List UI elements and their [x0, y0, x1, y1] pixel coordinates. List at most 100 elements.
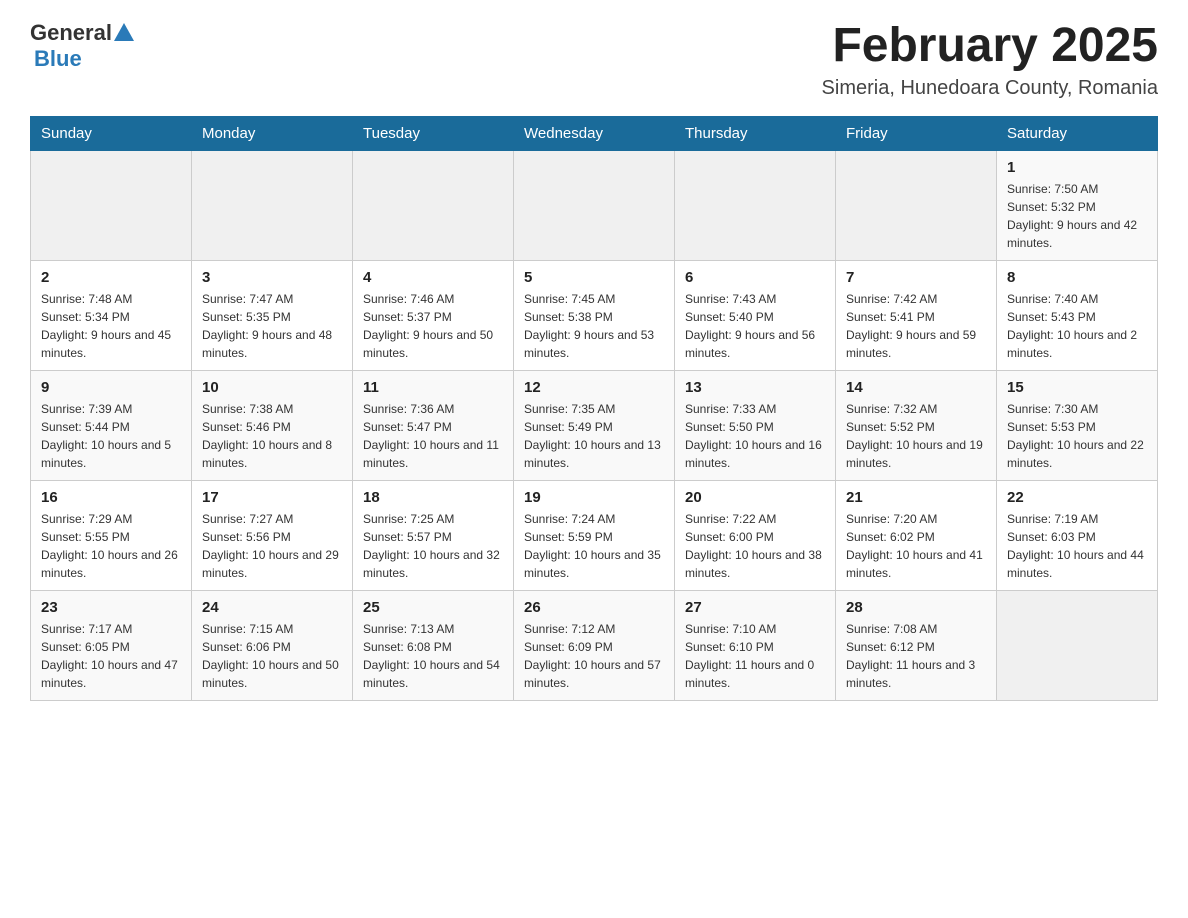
day-number: 24	[202, 599, 342, 616]
calendar-table: SundayMondayTuesdayWednesdayThursdayFrid…	[30, 116, 1158, 701]
day-info: Sunrise: 7:29 AMSunset: 5:55 PMDaylight:…	[41, 510, 181, 582]
page-header: General Blue February 2025 Simeria, Hune…	[30, 20, 1158, 100]
calendar-cell: 24 Sunrise: 7:15 AMSunset: 6:06 PMDayligh…	[192, 590, 353, 700]
day-info: Sunrise: 7:43 AMSunset: 5:40 PMDaylight:…	[685, 290, 825, 362]
day-info: Sunrise: 7:24 AMSunset: 5:59 PMDaylight:…	[524, 510, 664, 582]
day-info: Sunrise: 7:12 AMSunset: 6:09 PMDaylight:…	[524, 620, 664, 692]
day-number: 20	[685, 489, 825, 506]
day-of-week-header: Tuesday	[353, 116, 514, 150]
day-number: 5	[524, 269, 664, 286]
day-info: Sunrise: 7:45 AMSunset: 5:38 PMDaylight:…	[524, 290, 664, 362]
calendar-cell: 1 Sunrise: 7:50 AMSunset: 5:32 PMDaylight…	[997, 150, 1158, 260]
day-number: 2	[41, 269, 181, 286]
calendar-cell: 23 Sunrise: 7:17 AMSunset: 6:05 PMDayligh…	[31, 590, 192, 700]
day-info: Sunrise: 7:08 AMSunset: 6:12 PMDaylight:…	[846, 620, 986, 692]
day-of-week-header: Saturday	[997, 116, 1158, 150]
calendar-cell	[836, 150, 997, 260]
day-number: 23	[41, 599, 181, 616]
day-number: 9	[41, 379, 181, 396]
calendar-cell: 17 Sunrise: 7:27 AMSunset: 5:56 PMDayligh…	[192, 480, 353, 590]
day-number: 28	[846, 599, 986, 616]
day-info: Sunrise: 7:40 AMSunset: 5:43 PMDaylight:…	[1007, 290, 1147, 362]
day-info: Sunrise: 7:38 AMSunset: 5:46 PMDaylight:…	[202, 400, 342, 472]
calendar-cell: 16Sunrise: 7:29 AMSunset: 5:55 PMDayligh…	[31, 480, 192, 590]
day-info: Sunrise: 7:32 AMSunset: 5:52 PMDaylight:…	[846, 400, 986, 472]
calendar-cell: 21 Sunrise: 7:20 AMSunset: 6:02 PMDayligh…	[836, 480, 997, 590]
day-info: Sunrise: 7:10 AMSunset: 6:10 PMDaylight:…	[685, 620, 825, 692]
day-info: Sunrise: 7:13 AMSunset: 6:08 PMDaylight:…	[363, 620, 503, 692]
calendar-cell	[997, 590, 1158, 700]
day-number: 15	[1007, 379, 1147, 396]
calendar-header-row: SundayMondayTuesdayWednesdayThursdayFrid…	[31, 116, 1158, 150]
month-title: February 2025	[822, 20, 1158, 73]
day-info: Sunrise: 7:19 AMSunset: 6:03 PMDaylight:…	[1007, 510, 1147, 582]
day-info: Sunrise: 7:48 AMSunset: 5:34 PMDaylight:…	[41, 290, 181, 362]
day-info: Sunrise: 7:22 AMSunset: 6:00 PMDaylight:…	[685, 510, 825, 582]
calendar-cell: 22 Sunrise: 7:19 AMSunset: 6:03 PMDayligh…	[997, 480, 1158, 590]
calendar-cell: 12 Sunrise: 7:35 AMSunset: 5:49 PMDayligh…	[514, 370, 675, 480]
logo-general-text: General	[30, 20, 112, 46]
day-number: 1	[1007, 159, 1147, 176]
calendar-cell: 9 Sunrise: 7:39 AMSunset: 5:44 PMDaylight…	[31, 370, 192, 480]
calendar-cell: 15 Sunrise: 7:30 AMSunset: 5:53 PMDayligh…	[997, 370, 1158, 480]
calendar-cell	[192, 150, 353, 260]
calendar-cell: 18Sunrise: 7:25 AMSunset: 5:57 PMDayligh…	[353, 480, 514, 590]
day-info: Sunrise: 7:30 AMSunset: 5:53 PMDaylight:…	[1007, 400, 1147, 472]
calendar-cell: 5 Sunrise: 7:45 AMSunset: 5:38 PMDaylight…	[514, 260, 675, 370]
day-number: 25	[363, 599, 503, 616]
location-title: Simeria, Hunedoara County, Romania	[822, 77, 1158, 100]
day-number: 7	[846, 269, 986, 286]
calendar-cell: 3 Sunrise: 7:47 AMSunset: 5:35 PMDaylight…	[192, 260, 353, 370]
day-number: 13	[685, 379, 825, 396]
logo: General Blue	[30, 20, 134, 72]
calendar-week-row: 1 Sunrise: 7:50 AMSunset: 5:32 PMDaylight…	[31, 150, 1158, 260]
calendar-week-row: 23 Sunrise: 7:17 AMSunset: 6:05 PMDayligh…	[31, 590, 1158, 700]
calendar-cell	[675, 150, 836, 260]
day-number: 10	[202, 379, 342, 396]
day-of-week-header: Friday	[836, 116, 997, 150]
day-info: Sunrise: 7:15 AMSunset: 6:06 PMDaylight:…	[202, 620, 342, 692]
day-info: Sunrise: 7:27 AMSunset: 5:56 PMDaylight:…	[202, 510, 342, 582]
calendar-cell: 2 Sunrise: 7:48 AMSunset: 5:34 PMDaylight…	[31, 260, 192, 370]
day-number: 19	[524, 489, 664, 506]
day-number: 12	[524, 379, 664, 396]
day-number: 27	[685, 599, 825, 616]
day-info: Sunrise: 7:33 AMSunset: 5:50 PMDaylight:…	[685, 400, 825, 472]
calendar-cell: 19 Sunrise: 7:24 AMSunset: 5:59 PMDayligh…	[514, 480, 675, 590]
calendar-cell: 20 Sunrise: 7:22 AMSunset: 6:00 PMDayligh…	[675, 480, 836, 590]
day-info: Sunrise: 7:17 AMSunset: 6:05 PMDaylight:…	[41, 620, 181, 692]
calendar-cell: 26 Sunrise: 7:12 AMSunset: 6:09 PMDayligh…	[514, 590, 675, 700]
day-info: Sunrise: 7:35 AMSunset: 5:49 PMDaylight:…	[524, 400, 664, 472]
day-of-week-header: Wednesday	[514, 116, 675, 150]
calendar-cell: 11Sunrise: 7:36 AMSunset: 5:47 PMDayligh…	[353, 370, 514, 480]
logo-triangle-icon	[114, 23, 134, 41]
day-info: Sunrise: 7:42 AMSunset: 5:41 PMDaylight:…	[846, 290, 986, 362]
day-info: Sunrise: 7:20 AMSunset: 6:02 PMDaylight:…	[846, 510, 986, 582]
calendar-cell: 14Sunrise: 7:32 AMSunset: 5:52 PMDayligh…	[836, 370, 997, 480]
day-number: 26	[524, 599, 664, 616]
day-number: 3	[202, 269, 342, 286]
day-number: 21	[846, 489, 986, 506]
calendar-week-row: 2 Sunrise: 7:48 AMSunset: 5:34 PMDaylight…	[31, 260, 1158, 370]
calendar-week-row: 9 Sunrise: 7:39 AMSunset: 5:44 PMDaylight…	[31, 370, 1158, 480]
day-number: 17	[202, 489, 342, 506]
calendar-cell: 13 Sunrise: 7:33 AMSunset: 5:50 PMDayligh…	[675, 370, 836, 480]
day-number: 22	[1007, 489, 1147, 506]
calendar-cell: 25 Sunrise: 7:13 AMSunset: 6:08 PMDayligh…	[353, 590, 514, 700]
day-number: 18	[363, 489, 503, 506]
calendar-cell: 4Sunrise: 7:46 AMSunset: 5:37 PMDaylight…	[353, 260, 514, 370]
day-info: Sunrise: 7:39 AMSunset: 5:44 PMDaylight:…	[41, 400, 181, 472]
logo-blue-text: Blue	[34, 46, 82, 71]
calendar-cell	[514, 150, 675, 260]
day-of-week-header: Sunday	[31, 116, 192, 150]
day-of-week-header: Thursday	[675, 116, 836, 150]
day-info: Sunrise: 7:50 AMSunset: 5:32 PMDaylight:…	[1007, 180, 1147, 252]
day-number: 8	[1007, 269, 1147, 286]
day-info: Sunrise: 7:36 AMSunset: 5:47 PMDaylight:…	[363, 400, 503, 472]
calendar-cell: 7 Sunrise: 7:42 AMSunset: 5:41 PMDaylight…	[836, 260, 997, 370]
day-info: Sunrise: 7:47 AMSunset: 5:35 PMDaylight:…	[202, 290, 342, 362]
calendar-cell: 28 Sunrise: 7:08 AMSunset: 6:12 PMDayligh…	[836, 590, 997, 700]
calendar-cell: 8 Sunrise: 7:40 AMSunset: 5:43 PMDaylight…	[997, 260, 1158, 370]
day-number: 4	[363, 269, 503, 286]
calendar-week-row: 16Sunrise: 7:29 AMSunset: 5:55 PMDayligh…	[31, 480, 1158, 590]
